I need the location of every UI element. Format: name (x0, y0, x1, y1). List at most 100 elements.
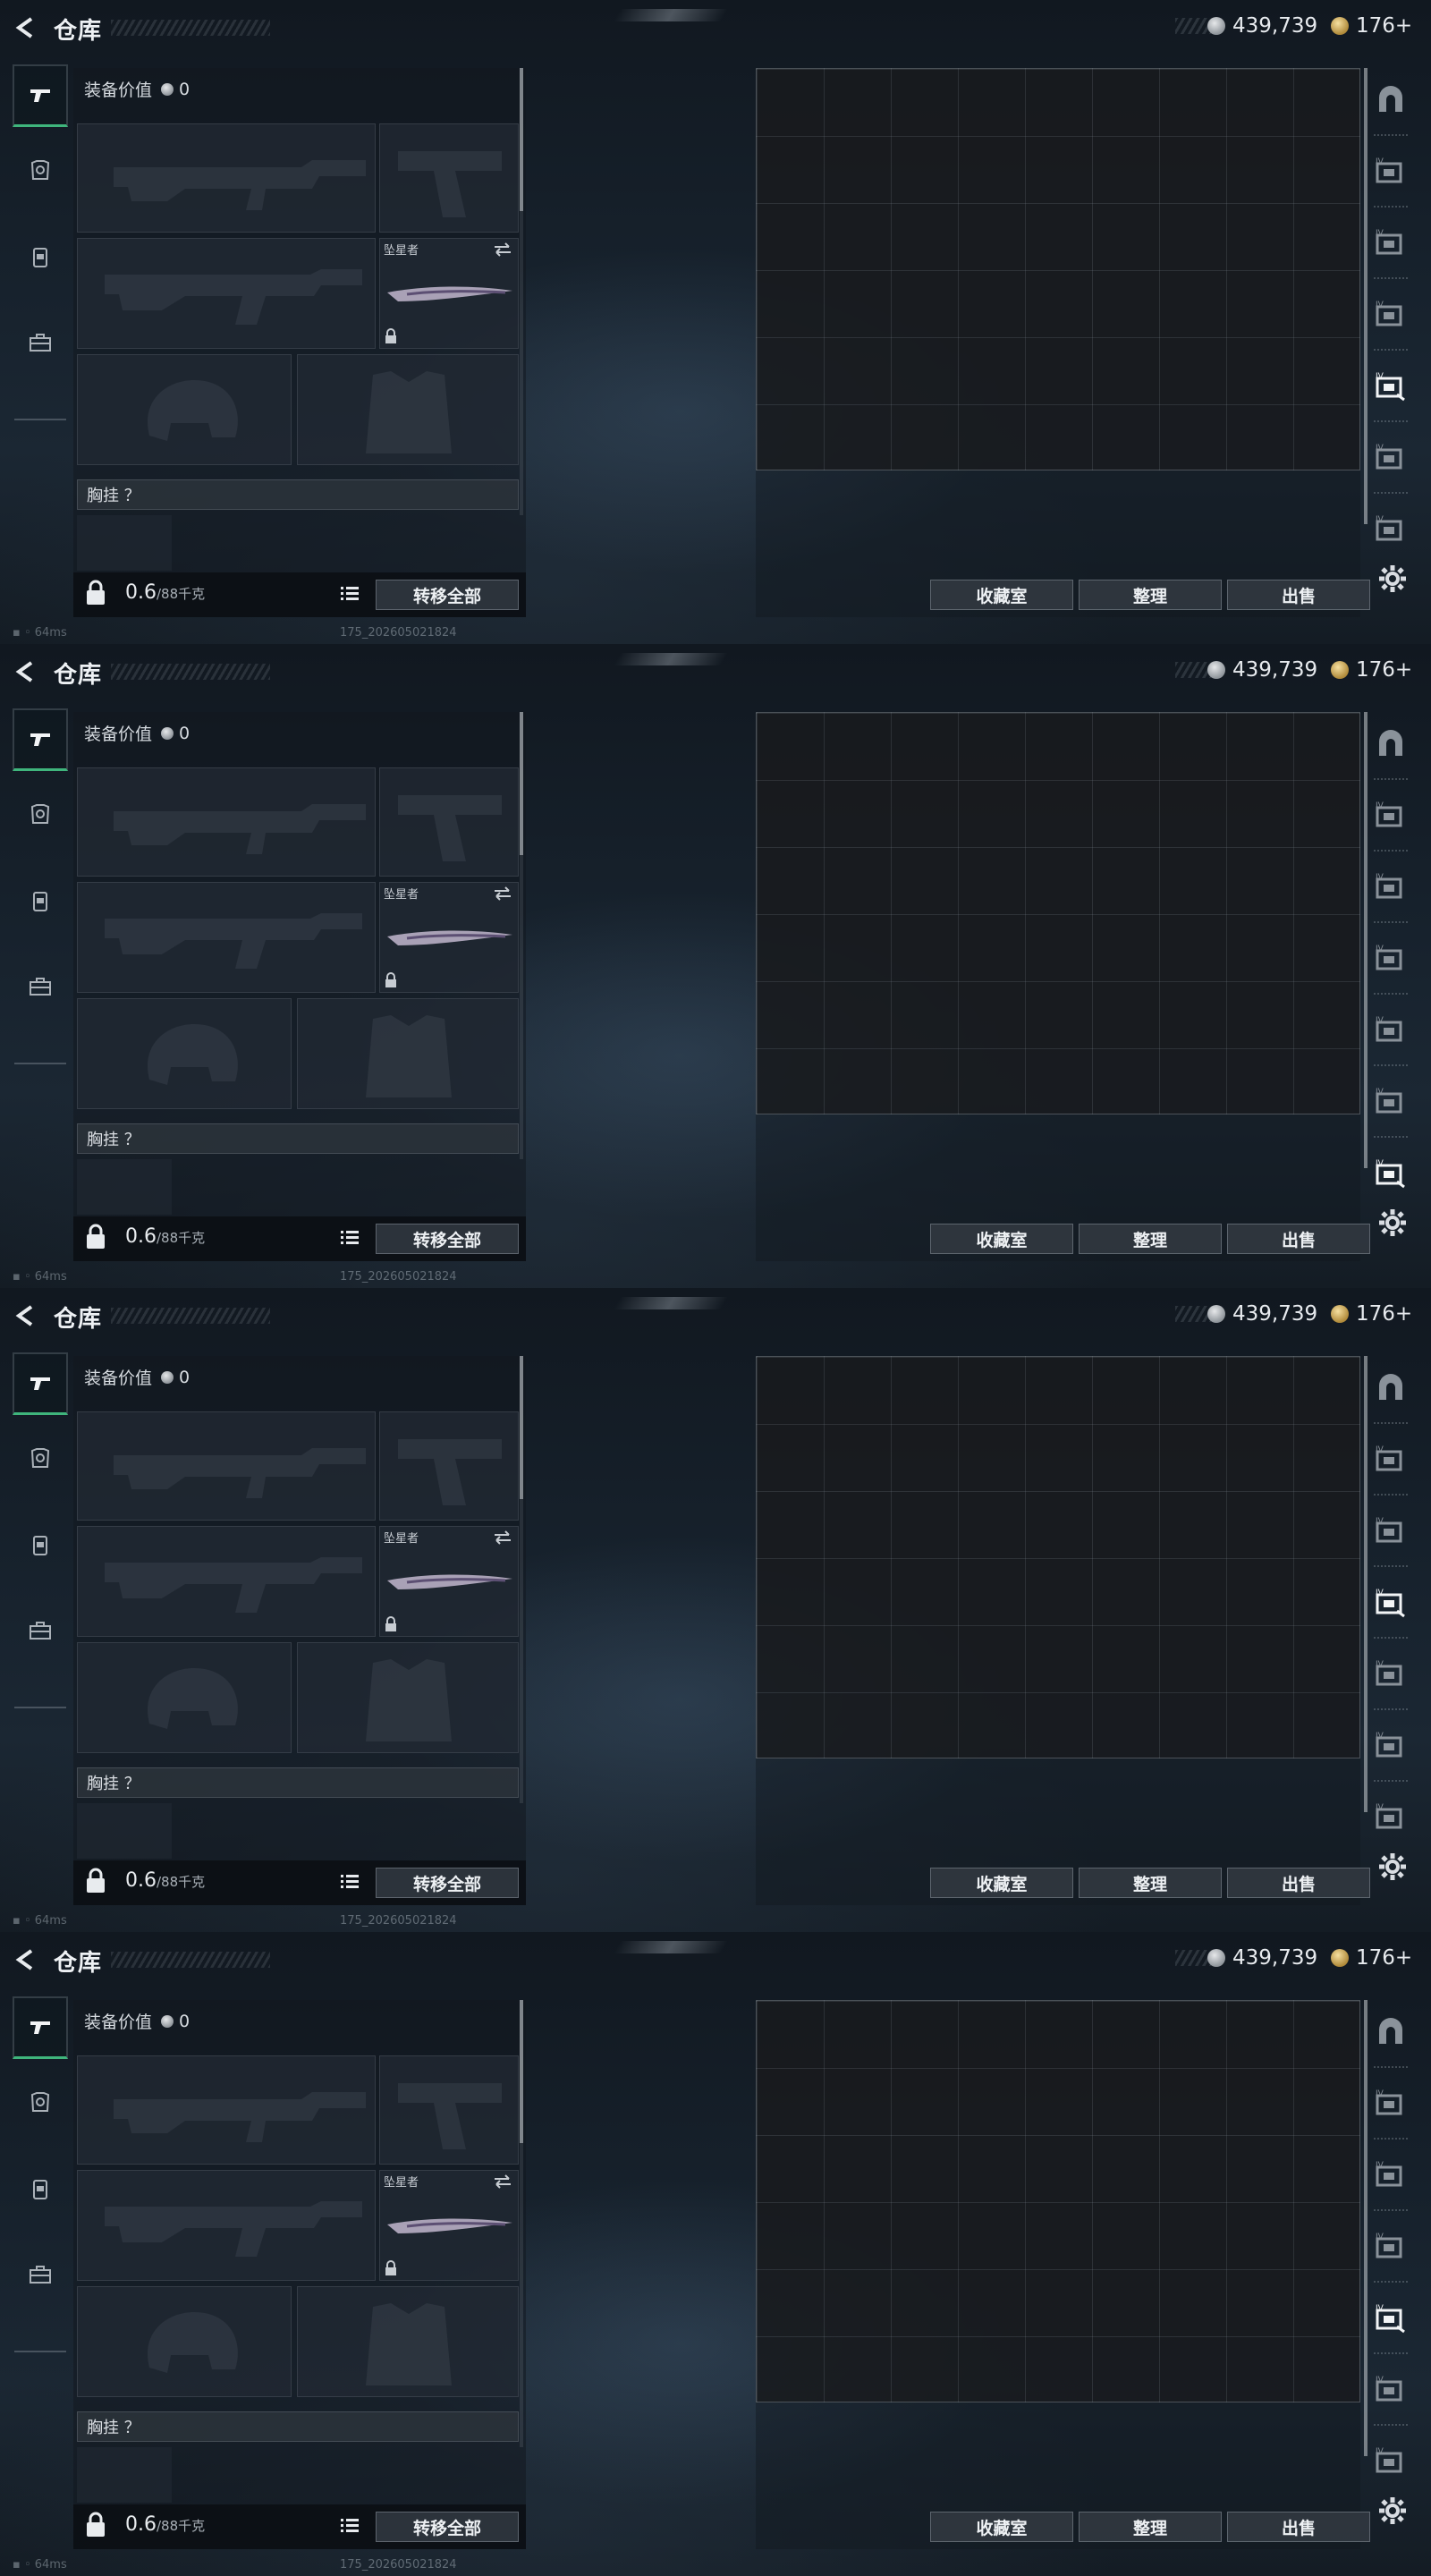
nav-case[interactable] (13, 955, 68, 1018)
collection-room-button[interactable]: 收藏室 (930, 1868, 1073, 1898)
settings-gear-icon[interactable] (1377, 2496, 1408, 2526)
melee-slot[interactable]: 坠星者 (379, 882, 519, 993)
primary-weapon-slot[interactable] (77, 767, 376, 877)
back-button[interactable] (11, 13, 41, 43)
nav-backpack[interactable] (13, 1513, 68, 1576)
storage-scrollbar[interactable] (1364, 2000, 1367, 2456)
storage-tab-1[interactable] (1368, 1363, 1413, 1413)
storage-tab-4[interactable]: IV (1368, 2222, 1413, 2272)
back-button[interactable] (11, 657, 41, 687)
primary-weapon-slot[interactable] (77, 123, 376, 233)
helmet-slot[interactable] (77, 1642, 292, 1753)
storage-tab-6[interactable]: IV (1368, 2365, 1413, 2415)
nav-case[interactable] (13, 311, 68, 374)
settings-gear-icon[interactable] (1377, 1208, 1408, 1238)
storage-tab-3[interactable]: IV (1368, 218, 1413, 268)
body-armor-slot[interactable] (297, 2286, 519, 2397)
secondary-weapon-slot[interactable] (77, 882, 376, 993)
melee-slot[interactable]: 坠星者 (379, 1526, 519, 1637)
equipment-scrollbar[interactable] (520, 1356, 523, 1499)
body-armor-slot[interactable] (297, 354, 519, 465)
storage-tab-6[interactable]: IV (1368, 1077, 1413, 1127)
nav-equipment[interactable] (13, 1352, 68, 1415)
chest-rig-slot[interactable]: 胸挂 ？ (77, 479, 519, 510)
sidearm-slot[interactable] (379, 2055, 519, 2165)
silver-currency[interactable]: 439,739 (1207, 1302, 1317, 1326)
sell-button[interactable]: 出售 (1227, 580, 1370, 610)
nav-armor[interactable] (13, 1428, 68, 1490)
collection-room-button[interactable]: 收藏室 (930, 1224, 1073, 1254)
sidearm-slot[interactable] (379, 123, 519, 233)
silver-currency[interactable]: 439,739 (1207, 658, 1317, 682)
gold-currency[interactable]: 176+ (1331, 658, 1412, 682)
settings-gear-icon[interactable] (1377, 564, 1408, 594)
gold-currency[interactable]: 176+ (1331, 14, 1412, 38)
list-icon[interactable] (340, 1229, 360, 1247)
primary-weapon-slot[interactable] (77, 1411, 376, 1521)
body-armor-slot[interactable] (297, 1642, 519, 1753)
nav-armor[interactable] (13, 2072, 68, 2134)
transfer-all-button[interactable]: 转移全部 (376, 2512, 519, 2542)
back-button[interactable] (11, 1945, 41, 1975)
melee-slot[interactable]: 坠星者 (379, 238, 519, 349)
storage-scrollbar[interactable] (1364, 712, 1367, 1168)
sort-button[interactable]: 整理 (1079, 2512, 1222, 2542)
storage-tab-5[interactable]: IV (1368, 361, 1413, 411)
nav-equipment[interactable] (13, 1996, 68, 2059)
storage-tab-4[interactable]: IV (1368, 290, 1413, 340)
storage-tab-7[interactable]: IV (1368, 1148, 1413, 1199)
equipment-scrollbar[interactable] (520, 712, 523, 855)
storage-tab-5[interactable]: IV (1368, 1649, 1413, 1699)
storage-tab-6[interactable]: IV (1368, 433, 1413, 483)
gold-currency[interactable]: 176+ (1331, 1302, 1412, 1326)
sell-button[interactable]: 出售 (1227, 1224, 1370, 1254)
storage-grid[interactable] (756, 68, 1360, 470)
nav-armor[interactable] (13, 140, 68, 202)
storage-tab-3[interactable]: IV (1368, 862, 1413, 912)
nav-equipment[interactable] (13, 64, 68, 127)
nav-backpack[interactable] (13, 225, 68, 288)
storage-tab-3[interactable]: IV (1368, 2150, 1413, 2200)
storage-tab-4[interactable]: IV (1368, 934, 1413, 984)
storage-tab-2[interactable]: IV (1368, 1435, 1413, 1485)
storage-scrollbar[interactable] (1364, 1356, 1367, 1812)
storage-tab-1[interactable] (1368, 75, 1413, 125)
helmet-slot[interactable] (77, 998, 292, 1109)
melee-slot[interactable]: 坠星者 (379, 2170, 519, 2281)
storage-tab-7[interactable]: IV (1368, 504, 1413, 555)
storage-tab-2[interactable]: IV (1368, 791, 1413, 841)
chest-rig-slot[interactable]: 胸挂 ？ (77, 1123, 519, 1154)
storage-grid[interactable] (756, 1356, 1360, 1758)
storage-tab-7[interactable]: IV (1368, 2436, 1413, 2487)
back-button[interactable] (11, 1301, 41, 1331)
settings-gear-icon[interactable] (1377, 1852, 1408, 1882)
storage-tab-2[interactable]: IV (1368, 147, 1413, 197)
helmet-slot[interactable] (77, 2286, 292, 2397)
collection-room-button[interactable]: 收藏室 (930, 580, 1073, 610)
nav-case[interactable] (13, 2243, 68, 2306)
storage-tab-5[interactable]: IV (1368, 2293, 1413, 2343)
storage-tab-7[interactable]: IV (1368, 1792, 1413, 1843)
storage-tab-3[interactable]: IV (1368, 1506, 1413, 1556)
storage-tab-1[interactable] (1368, 719, 1413, 769)
transfer-all-button[interactable]: 转移全部 (376, 1868, 519, 1898)
nav-case[interactable] (13, 1599, 68, 1662)
sort-button[interactable]: 整理 (1079, 1868, 1222, 1898)
nav-backpack[interactable] (13, 869, 68, 932)
equipment-scrollbar[interactable] (520, 2000, 523, 2143)
storage-tab-6[interactable]: IV (1368, 1721, 1413, 1771)
equipment-scrollbar[interactable] (520, 68, 523, 211)
silver-currency[interactable]: 439,739 (1207, 14, 1317, 38)
silver-currency[interactable]: 439,739 (1207, 1946, 1317, 1970)
list-icon[interactable] (340, 1873, 360, 1891)
body-armor-slot[interactable] (297, 998, 519, 1109)
gold-currency[interactable]: 176+ (1331, 1946, 1412, 1970)
secondary-weapon-slot[interactable] (77, 238, 376, 349)
storage-scrollbar[interactable] (1364, 68, 1367, 524)
secondary-weapon-slot[interactable] (77, 1526, 376, 1637)
sidearm-slot[interactable] (379, 1411, 519, 1521)
nav-armor[interactable] (13, 784, 68, 846)
storage-tab-1[interactable] (1368, 2007, 1413, 2057)
list-icon[interactable] (340, 585, 360, 603)
chest-rig-slot[interactable]: 胸挂 ？ (77, 2411, 519, 2442)
